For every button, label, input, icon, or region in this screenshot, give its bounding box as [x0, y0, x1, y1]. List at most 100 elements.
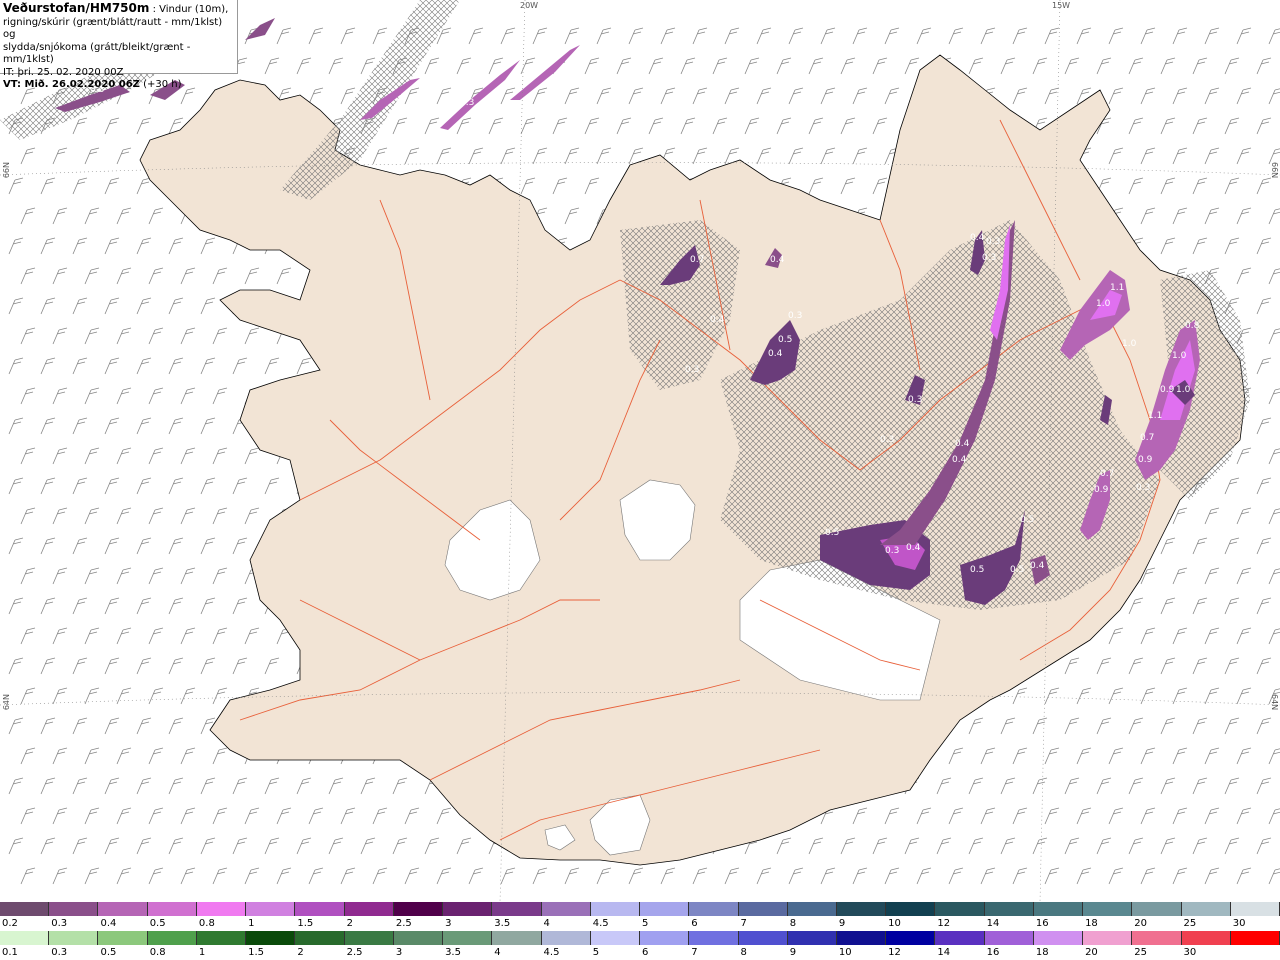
snow-color-scale [0, 902, 1280, 916]
map-desc-line2: rigning/skúrir (grænt/blátt/rautt - mm/1… [3, 16, 223, 41]
precip-value-label: 0.7 [1100, 469, 1114, 479]
legend-swatch [1181, 902, 1231, 916]
precip-value-label: 0.3 [885, 546, 899, 556]
legend-label: 16 [1035, 918, 1049, 929]
legend-swatch [246, 902, 296, 916]
legend-swatch [147, 931, 197, 945]
legend-swatch [590, 931, 641, 945]
precip-value-label: 0.3 [982, 253, 996, 263]
legend-label: 3.5 [445, 947, 461, 958]
lon-label-20w: 20W [520, 1, 539, 10]
legend-swatch [541, 902, 591, 916]
legend-swatch [1083, 902, 1133, 916]
precip-value-label: 0.3 [1136, 483, 1150, 493]
legend-swatch [0, 902, 50, 916]
legend-label: 0.8 [149, 947, 166, 958]
legend-label: 6 [691, 918, 698, 929]
legend-swatch [344, 931, 394, 945]
legend-swatch [492, 902, 542, 916]
legend-swatch [1033, 931, 1084, 945]
map-area[interactable]: 0.3 0.7 0.4 0.3 0.4 0.5 0.4 0.3 0.3 0.3 0.4 0.4 0.4 0… [0, 0, 1280, 902]
legend-label: 2.5 [346, 947, 363, 958]
map-desc-line3: slydda/snjókoma (grátt/bleikt/grænt - mm… [3, 41, 191, 66]
map-canvas[interactable]: 0.30.7 0.40.30.40.50.40.30.30.3 0.40.40.4 0… [0, 0, 1280, 902]
legend-label: 0.5 [149, 918, 166, 929]
lon-label-15w: 15W [1052, 1, 1071, 10]
legend-label: 3.5 [494, 918, 511, 929]
precip-value-label: 0.9 [1160, 385, 1175, 395]
legend-label: 30 [1183, 947, 1197, 958]
precip-value-label: 0.5 [1010, 565, 1024, 575]
legend-swatch [787, 902, 837, 916]
legend-swatch [344, 902, 394, 916]
forecast-hour: (+30 h) [139, 79, 182, 90]
precip-value-label: 1.0 [1176, 385, 1191, 395]
legend-label: 0.8 [198, 918, 215, 929]
legend-label: 3 [395, 947, 403, 958]
valid-time-line: VT: Mið. 26.02.2020 06Z (+30 h) [3, 79, 234, 92]
legend-label: 4.5 [592, 918, 609, 929]
legend-label: 25 [1183, 918, 1197, 929]
legend-label: 2.5 [395, 918, 412, 929]
rain-color-scale [0, 931, 1280, 945]
legend-label: 10 [888, 918, 901, 929]
precip-value-label: 0.3 [460, 98, 474, 108]
legend-swatch [443, 902, 493, 916]
lat-label-64n-left: 64N [2, 694, 11, 711]
precip-value-label: 0.4 [768, 349, 783, 359]
precip-value-label: 0.4 [970, 233, 985, 243]
legend-swatch [1132, 902, 1182, 916]
precip-value-label: 0.5 [825, 528, 839, 538]
valid-time: VT: Mið. 26.02.2020 06Z [3, 79, 140, 90]
precip-value-label: 0.4 [770, 255, 785, 265]
precip-value-label: 0.4 [710, 315, 725, 325]
legend-label: 0.5 [100, 947, 117, 958]
legend-label: 2 [297, 947, 304, 958]
legend-swatch [787, 931, 837, 945]
precip-value-label: 0.9 [1138, 455, 1153, 465]
legend-label: 0.3 [51, 947, 68, 958]
legend-swatch [935, 931, 985, 945]
precip-value-label: 1.1 [1110, 283, 1124, 293]
legend-label: 10 [838, 947, 852, 958]
legend-label: 0.2 [2, 918, 18, 929]
precip-value-label: 0.4 [906, 543, 921, 553]
legend-swatch [295, 902, 345, 916]
precip-value-label: 1.0 [1122, 339, 1137, 349]
legend-label: 9 [789, 947, 797, 958]
legend-label: 0.3 [51, 918, 68, 929]
lat-label-66n-left: 66N [2, 162, 11, 179]
legend-swatch [935, 902, 985, 916]
legend-label: 12 [888, 947, 901, 958]
legend-swatch [246, 931, 296, 945]
legend-label: 3 [445, 918, 452, 929]
legend-swatch [49, 902, 99, 916]
legend-label: 4.5 [543, 947, 560, 958]
legend-label: 9 [838, 918, 846, 929]
legend-label: 16 [986, 947, 1000, 958]
legend-label: 14 [937, 947, 951, 958]
legend-label: 20 [1134, 918, 1148, 929]
legend-label: 1.5 [297, 918, 314, 929]
legend-label: 5 [592, 947, 600, 958]
legend-label: 0.1 [2, 947, 18, 958]
legend-swatch [984, 931, 1034, 945]
legend-swatch [295, 931, 345, 945]
legend-label: 1.5 [248, 947, 265, 958]
precip-value-label: 0.8 [1185, 321, 1200, 331]
legend-area: 0.2 0.3 0.4 0.5 0.8 1 1.5 2 2.5 3 3.5 4 4.5 5 6 7 8 9 10 12… [0, 902, 1280, 960]
lat-label-66n-right: 66N [1270, 162, 1279, 179]
legend-swatch [836, 931, 887, 945]
precip-value-label: 0.3 [986, 237, 1000, 247]
precip-value-label: 0.3 [880, 435, 894, 445]
legend-label: 25 [1134, 947, 1148, 958]
legend-label: 7 [740, 918, 747, 929]
legend-swatch [0, 931, 50, 945]
legend-swatch [1230, 902, 1280, 916]
legend-swatch [98, 902, 148, 916]
legend-swatch [49, 931, 99, 945]
legend-label: 2 [346, 918, 353, 929]
legend-swatch [1033, 902, 1084, 916]
legend-label: 12 [937, 918, 951, 929]
legend-swatch [196, 931, 247, 945]
